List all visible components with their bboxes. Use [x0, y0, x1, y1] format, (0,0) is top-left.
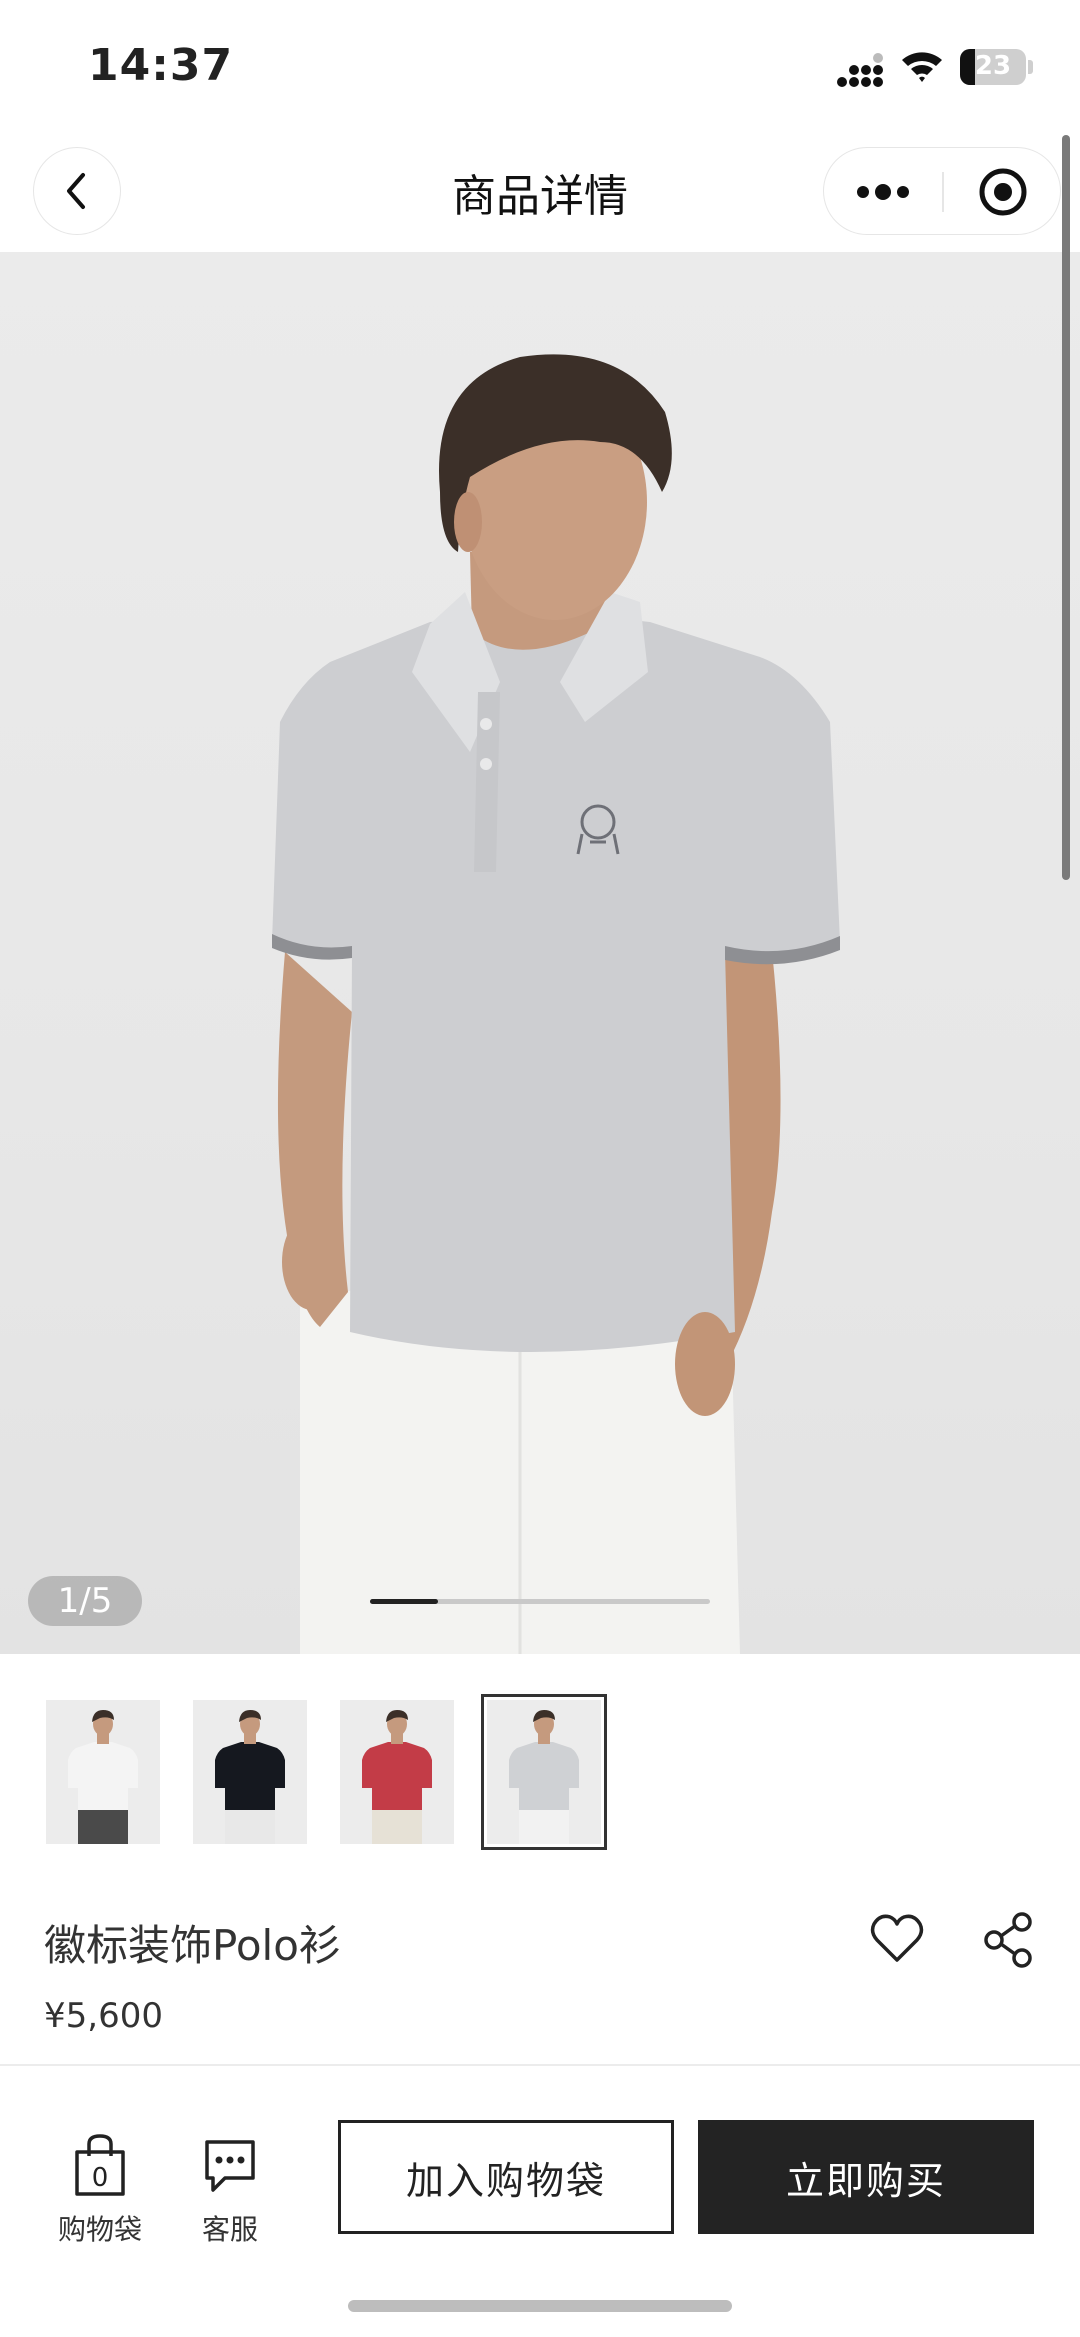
more-button[interactable] — [824, 148, 942, 236]
thumbnail-image — [487, 1700, 601, 1844]
battery-tip — [1028, 60, 1033, 74]
more-dots-icon — [857, 184, 909, 200]
miniprogram-capsule — [823, 147, 1061, 235]
heart-icon[interactable] — [868, 1910, 926, 1968]
bag-count: 0 — [92, 2163, 109, 2193]
thumbnail-2[interactable] — [193, 1700, 307, 1844]
home-indicator[interactable] — [348, 2300, 732, 2312]
thumbnail-4[interactable] — [481, 1694, 607, 1850]
customer-service-label: 客服 — [201, 2213, 258, 2246]
carousel-progress-track — [370, 1599, 710, 1604]
shopping-bag-icon: 0 — [75, 2134, 125, 2196]
close-miniprogram-button[interactable] — [944, 148, 1062, 236]
nav-bar: 商品详情 — [0, 130, 1080, 252]
wifi-icon — [902, 52, 942, 82]
battery-level: 23 — [974, 51, 1012, 81]
thumbnail-1[interactable] — [46, 1700, 160, 1844]
product-image-carousel[interactable]: 1/5 — [0, 252, 1080, 1654]
product-name: 徽标装饰Polo衫 — [44, 1921, 341, 1970]
add-to-bag-button[interactable]: 加入购物袋 — [338, 2120, 674, 2234]
carousel-progress-fill — [370, 1599, 438, 1604]
product-price: ¥5,600 — [44, 1996, 163, 2036]
status-time: 14:37 — [88, 40, 234, 91]
page-scrollbar[interactable] — [1062, 135, 1070, 880]
thumbnail-image — [46, 1700, 160, 1844]
share-icon[interactable] — [982, 1910, 1038, 1968]
buy-now-button[interactable]: 立即购买 — [698, 2120, 1034, 2234]
product-photo — [272, 354, 840, 1654]
divider — [0, 2064, 1080, 2066]
status-bar: 14:37 23 — [0, 0, 1080, 130]
thumbnail-image — [340, 1700, 454, 1844]
thumbnail-3[interactable] — [340, 1700, 454, 1844]
image-counter: 1/5 — [28, 1576, 142, 1626]
chat-bubble-icon — [205, 2140, 255, 2192]
battery-icon: 23 — [960, 49, 1026, 85]
shopping-bag-label: 购物袋 — [57, 2213, 142, 2246]
shopping-bag-button[interactable]: 0 购物袋 — [52, 2132, 148, 2248]
customer-service-button[interactable]: 客服 — [190, 2132, 270, 2248]
thumbnail-image — [193, 1700, 307, 1844]
cellular-signal-icon — [837, 53, 883, 87]
target-circle-icon — [979, 168, 1027, 216]
